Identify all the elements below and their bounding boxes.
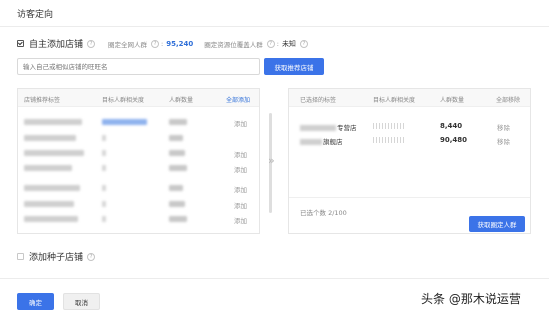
col-selected-tag: 已选择的标签 [300, 97, 337, 104]
help-icon[interactable]: ? [87, 39, 96, 48]
table-row: 添加 [18, 119, 259, 135]
add-link[interactable]: 添加 [234, 118, 247, 128]
shop-name [24, 185, 80, 191]
crowd-count [169, 119, 187, 125]
selected-row: 旗舰店 90,480 移除 [289, 136, 530, 152]
help-icon[interactable]: ? [87, 252, 96, 261]
coverage-label: 圈定资源位覆盖人群 ? : [204, 39, 279, 49]
table-row: 添加 [18, 201, 259, 217]
shop-name [24, 150, 84, 156]
cancel-button[interactable]: 取消 [63, 293, 100, 310]
seed-shop-label: 添加种子店铺 [29, 253, 84, 263]
get-recommend-button[interactable]: 获取推荐店铺 [264, 58, 324, 75]
relevance-bar [102, 150, 106, 156]
footer-divider [0, 278, 549, 279]
add-link[interactable]: 添加 [234, 149, 247, 159]
self-add-row: 自主添加店铺 ? 圈定全网人群 ? : 95,240 圈定资源位覆盖人群 ? :… [17, 37, 308, 50]
selected-shop-name: 专营店 [300, 122, 357, 132]
col-relevance: 目标人群相关度 [102, 97, 145, 104]
help-icon[interactable]: ? [266, 39, 275, 48]
self-add-label: 自主添加店铺 [29, 40, 84, 50]
arrow-right-icon[interactable]: » [268, 154, 275, 167]
self-add-checkbox[interactable] [17, 40, 24, 47]
selected-shop-name: 旗舰店 [300, 136, 343, 146]
crowd-count [169, 165, 187, 171]
shop-name [24, 201, 74, 207]
col-relevance: 目标人群相关度 [373, 97, 416, 104]
add-link[interactable]: 添加 [234, 184, 247, 194]
remove-all-link[interactable]: 全部移除 [496, 95, 520, 104]
shop-name [24, 216, 78, 222]
table-row: 添加 [18, 165, 259, 181]
recommend-panel: 店铺推荐标签 目标人群相关度 人群数量 全部添加 添加 添加 添加 添加 添加 [17, 88, 272, 234]
crowd-count: 8,440 [440, 122, 463, 130]
crowd-count [169, 135, 183, 141]
watermark: 头条 @那木说运营 [421, 292, 521, 306]
remove-link[interactable]: 移除 [497, 122, 510, 132]
crowd-count [169, 150, 185, 156]
relevance-bar [102, 185, 106, 191]
selected-panel: 已选择的标签 目标人群相关度 人群数量 全部移除 专营店 8,440 移除 旗舰… [288, 88, 531, 234]
crowd-count [169, 185, 183, 191]
add-link[interactable]: 添加 [234, 215, 247, 225]
crowd-count: 90,480 [440, 136, 468, 144]
shop-name [24, 135, 76, 141]
shop-name [24, 165, 72, 171]
col-count: 人群数量 [440, 97, 465, 104]
col-tag: 店铺推荐标签 [24, 97, 61, 104]
help-icon[interactable]: ? [299, 39, 308, 48]
relevance-dots [373, 137, 404, 143]
shop-name [24, 119, 82, 125]
col-count: 人群数量 [169, 97, 194, 104]
page-header: 访客定向 [0, 0, 549, 27]
crowd-count [169, 201, 185, 207]
help-icon[interactable]: ? [151, 39, 160, 48]
relevance-bar [102, 165, 106, 171]
estimate-label: 圈定全网人群 ? : [108, 39, 164, 49]
crowd-count [169, 216, 187, 222]
remove-link[interactable]: 移除 [497, 136, 510, 146]
relevance-bar [102, 201, 106, 207]
selected-panel-footer [289, 197, 530, 198]
relevance-bar [102, 135, 106, 141]
shop-search-input[interactable] [17, 58, 260, 75]
add-all-link[interactable]: 全部添加 [226, 95, 250, 104]
table-row: 添加 [18, 150, 259, 166]
add-link[interactable]: 添加 [234, 164, 247, 174]
relevance-bar [102, 119, 147, 125]
get-crowd-button[interactable]: 获取圈定人群 [469, 216, 525, 232]
confirm-button[interactable]: 确定 [17, 293, 54, 310]
recommend-table-header: 店铺推荐标签 目标人群相关度 人群数量 全部添加 [18, 89, 259, 107]
relevance-bar [102, 216, 106, 222]
add-link[interactable]: 添加 [234, 200, 247, 210]
seed-shop-checkbox[interactable] [17, 253, 24, 260]
selected-count: 已选个数 2/100 [300, 209, 347, 217]
selected-table-header: 已选择的标签 目标人群相关度 人群数量 全部移除 [289, 89, 530, 107]
seed-shop-row: 添加种子店铺 ? [17, 250, 96, 263]
table-row: 添加 [18, 216, 259, 232]
relevance-dots [373, 123, 404, 129]
coverage-value: 未知 [281, 39, 296, 48]
table-row [18, 135, 259, 151]
estimate-value: 95,240 [166, 39, 194, 48]
page-title: 访客定向 [17, 10, 54, 20]
table-row: 添加 [18, 185, 259, 201]
